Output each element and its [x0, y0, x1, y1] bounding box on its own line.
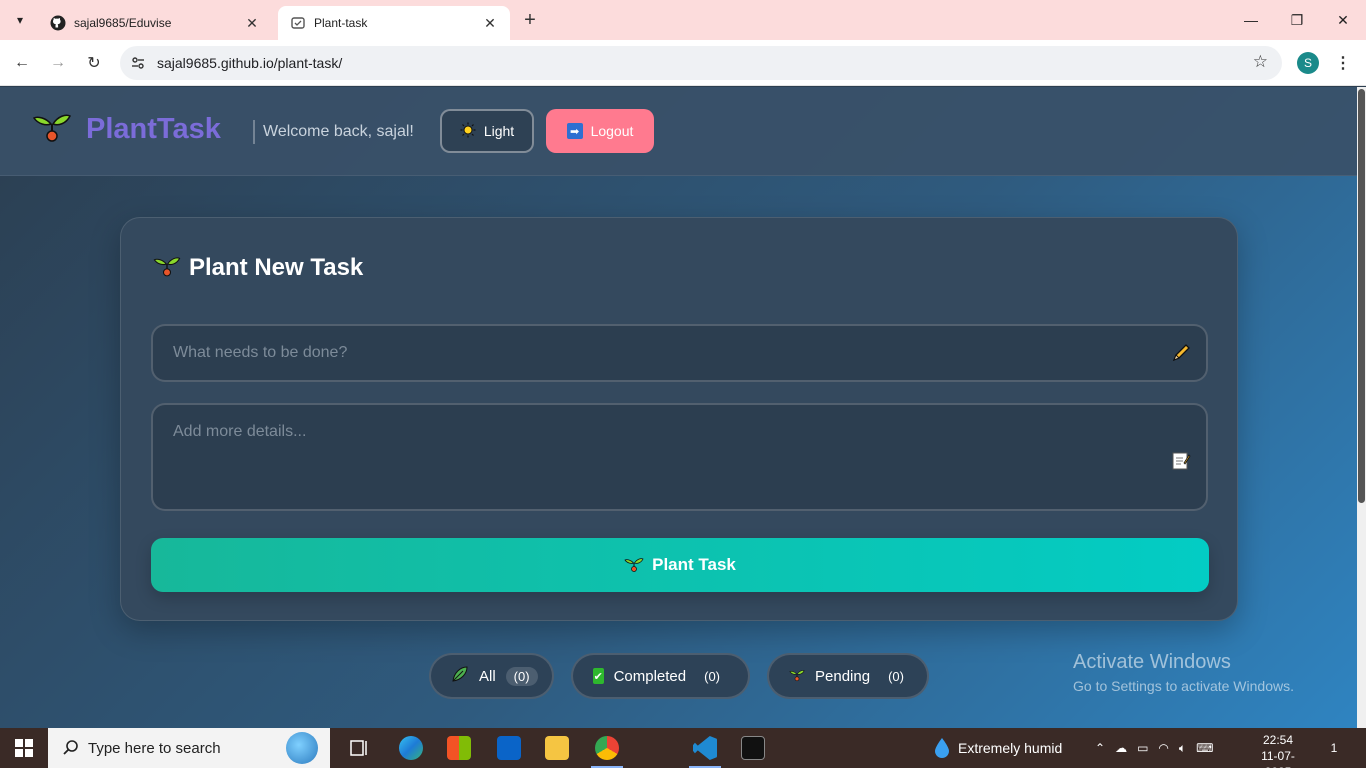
weather-widget[interactable]: Extremely humid	[934, 728, 1062, 768]
clock-date: 11-07-2025	[1261, 749, 1295, 768]
volume-icon[interactable]: 🔈︎	[1179, 741, 1186, 756]
sprout-icon	[624, 553, 644, 578]
file-explorer-icon[interactable]	[533, 728, 581, 768]
filter-label: Completed	[613, 667, 687, 685]
logout-arrow-icon: ➡	[566, 123, 583, 139]
tab-title: Plant-task	[314, 16, 368, 30]
keyboard-icon[interactable]: ⌨	[1196, 741, 1213, 755]
wifi-icon[interactable]: ◠	[1158, 741, 1168, 755]
tab-eduvise[interactable]: sajal9685/Eduvise ✕	[38, 6, 272, 40]
card-title: Plant New Task	[153, 250, 363, 285]
task-title-input[interactable]: What needs to be done?	[151, 324, 1208, 382]
app-brand: PlantTask	[86, 113, 221, 145]
page-content: PlantTask Welcome back, sajal! Light ➡ L…	[0, 87, 1357, 728]
tab-search-button[interactable]: ▾	[8, 8, 32, 32]
humidity-drop-icon	[935, 738, 949, 758]
microsoft-store-icon[interactable]	[435, 728, 483, 768]
search-highlight-icon	[286, 732, 318, 764]
filter-count: (0)	[505, 666, 538, 686]
url-text: sajal9685.github.io/plant-task/	[157, 55, 343, 71]
network-status-icon[interactable]: ☁	[1115, 741, 1127, 755]
header-divider	[253, 120, 255, 144]
activate-windows-watermark: Activate Windows Go to Settings to activ…	[1073, 651, 1294, 694]
sprout-icon	[153, 250, 181, 285]
theme-toggle-button[interactable]: Light	[440, 109, 534, 153]
task-view-icon[interactable]	[336, 728, 384, 768]
filter-label: All	[479, 667, 496, 685]
clock-time: 22:54	[1262, 733, 1294, 747]
scrollbar-thumb[interactable]	[1358, 89, 1365, 503]
app-header: PlantTask Welcome back, sajal! Light ➡ L…	[0, 87, 1357, 176]
plant-task-label: Plant Task	[652, 555, 736, 574]
address-bar[interactable]: sajal9685.github.io/plant-task/ ☆	[120, 46, 1282, 80]
search-icon	[63, 740, 78, 755]
browser-menu-icon[interactable]: ⋮	[1334, 52, 1352, 74]
plant-task-button[interactable]: Plant Task	[151, 538, 1209, 592]
site-settings-icon[interactable]	[128, 53, 148, 73]
new-tab-button[interactable]: +	[518, 9, 542, 31]
restore-icon[interactable]: ❐	[1274, 0, 1320, 40]
logout-label: Logout	[590, 123, 634, 139]
task-details-textarea[interactable]: Add more details...	[151, 403, 1208, 511]
close-window-icon[interactable]: ✕	[1320, 0, 1366, 40]
pencil-icon	[1170, 342, 1192, 364]
edge-browser-icon[interactable]	[387, 728, 435, 768]
new-task-card: Plant New Task What needs to be done? Ad…	[120, 217, 1238, 621]
close-tab-icon[interactable]: ✕	[482, 15, 498, 32]
vscode-icon[interactable]	[681, 728, 729, 768]
theme-toggle-label: Light	[483, 123, 515, 139]
sprout-icon	[789, 666, 805, 686]
browser-toolbar: ← → ↻ sajal9685.github.io/plant-task/ ☆ …	[0, 40, 1366, 86]
filter-label: Pending	[815, 667, 871, 685]
chevron-up-icon[interactable]: ⌃	[1095, 741, 1105, 755]
chrome-icon[interactable]	[583, 728, 631, 768]
filter-all-button[interactable]: All (0)	[429, 653, 554, 699]
terminal-icon[interactable]	[729, 728, 777, 768]
watermark-line2: Go to Settings to activate Windows.	[1073, 678, 1294, 694]
sprout-logo-icon	[32, 104, 72, 144]
system-tray: ⌃ ☁ ▭ ◠ 🔈︎ ⌨	[1095, 728, 1213, 768]
filter-count: (0)	[704, 668, 720, 684]
page-icon	[290, 15, 306, 31]
check-icon: ✔	[593, 668, 604, 684]
github-icon	[50, 15, 66, 31]
reload-icon[interactable]: ↻	[81, 50, 107, 76]
tab-plant-task[interactable]: Plant-task ✕	[278, 6, 510, 40]
watermark-line1: Activate Windows	[1073, 651, 1231, 673]
filter-pending-button[interactable]: Pending (0)	[767, 653, 929, 699]
card-title-text: Plant New Task	[189, 253, 364, 281]
minimize-icon[interactable]: —	[1228, 0, 1274, 40]
task-title-placeholder: What needs to be done?	[173, 344, 348, 361]
taskbar-clock[interactable]: 22:54 11-07-2025	[1250, 732, 1306, 768]
search-placeholder: Type here to search	[88, 739, 221, 757]
tab-title: sajal9685/Eduvise	[74, 16, 172, 30]
sun-icon	[460, 122, 476, 141]
forward-icon[interactable]: →	[45, 50, 71, 76]
filter-count: (0)	[888, 668, 904, 684]
bookmark-star-icon[interactable]: ☆	[1253, 52, 1268, 72]
filter-completed-button[interactable]: ✔ Completed (0)	[571, 653, 750, 699]
battery-icon[interactable]: ▭	[1137, 741, 1148, 755]
taskbar-search-box[interactable]: Type here to search	[48, 728, 330, 768]
notification-count: 1	[1330, 741, 1338, 755]
weather-text: Extremely humid	[958, 740, 1063, 756]
notifications-icon[interactable]: 1	[1322, 736, 1346, 760]
memo-icon	[1170, 450, 1192, 472]
welcome-text: Welcome back, sajal!	[263, 123, 414, 140]
windows-start-icon[interactable]	[0, 728, 48, 768]
leaf-icon	[451, 665, 469, 687]
outlook-icon[interactable]	[485, 728, 533, 768]
profile-avatar[interactable]: S	[1297, 52, 1319, 74]
windows-taskbar: Type here to search Extremely humid ⌃ ☁ …	[0, 728, 1366, 768]
logout-button[interactable]: ➡ Logout	[546, 109, 654, 153]
browser-tabstrip: ▾ sajal9685/Eduvise ✕ Plant-task ✕ + — ❐…	[0, 0, 1366, 40]
task-details-placeholder: Add more details...	[173, 423, 307, 440]
page-scrollbar[interactable]	[1357, 87, 1366, 728]
back-icon[interactable]: ←	[9, 50, 35, 76]
close-tab-icon[interactable]: ✕	[244, 15, 260, 32]
